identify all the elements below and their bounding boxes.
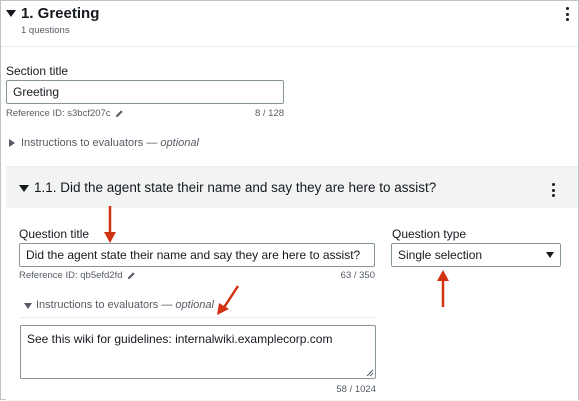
question-title-input-value: Did the agent state their name and say t… (26, 248, 361, 262)
question-reference: Reference ID: qb5efd2fd (19, 270, 136, 281)
section-title-input-value: Greeting (13, 85, 60, 99)
section-question-count: 1 questions (21, 25, 70, 36)
section-title-input[interactable]: Greeting (6, 80, 284, 104)
section-collapse-icon[interactable] (6, 10, 16, 17)
resize-handle-icon[interactable] (366, 369, 374, 377)
section-divider (1, 46, 578, 47)
question-type-select[interactable]: Single selection (391, 243, 561, 267)
section-title: 1. Greeting (21, 5, 100, 22)
question-type-label: Question type (392, 227, 467, 241)
section-instructions-optional: — optional (146, 137, 199, 149)
section-reference-text: Reference ID: s3bcf207c (6, 108, 111, 119)
section-menu-icon[interactable] (565, 7, 569, 21)
question-type-value: Single selection (398, 248, 483, 262)
question-heading: 1.1. Did the agent state their name and … (34, 180, 437, 195)
section-char-count: 8 / 128 (254, 108, 284, 119)
question-instructions-toggle[interactable]: Instructions to evaluators — optional (36, 299, 214, 311)
question-instructions-label: Instructions to evaluators (36, 299, 159, 311)
question-title-label: Question title (19, 227, 90, 241)
question-instructions-count: 58 / 1024 (336, 384, 376, 395)
annotation-arrow-question-title (104, 206, 116, 243)
question-title-input[interactable]: Did the agent state their name and say t… (19, 243, 375, 267)
pencil-icon[interactable] (115, 109, 124, 118)
question-collapse-icon[interactable] (19, 185, 29, 192)
section-instructions-caret-icon[interactable] (9, 139, 15, 147)
question-instructions-value: See this wiki for guidelines: internalwi… (27, 332, 333, 346)
pencil-icon[interactable] (127, 271, 136, 280)
question-reference-text: Reference ID: qb5efd2fd (19, 270, 123, 281)
section-reference: Reference ID: s3bcf207c (6, 108, 124, 119)
question-char-count: 63 / 350 (340, 270, 375, 281)
dropdown-caret-icon (546, 252, 554, 258)
section-title-label: Section title (6, 64, 69, 78)
section-instructions-label: Instructions to evaluators (21, 137, 144, 149)
question-instructions-textarea[interactable]: See this wiki for guidelines: internalwi… (20, 325, 376, 379)
annotation-arrow-instructions (217, 285, 240, 315)
section-instructions-toggle[interactable]: Instructions to evaluators — optional (21, 137, 199, 149)
instructions-divider (19, 317, 375, 318)
annotation-arrow-question-type (437, 270, 449, 307)
question-menu-icon[interactable] (551, 183, 555, 197)
question-instructions-caret-icon[interactable] (24, 303, 32, 309)
question-instructions-optional: — optional (161, 299, 214, 311)
